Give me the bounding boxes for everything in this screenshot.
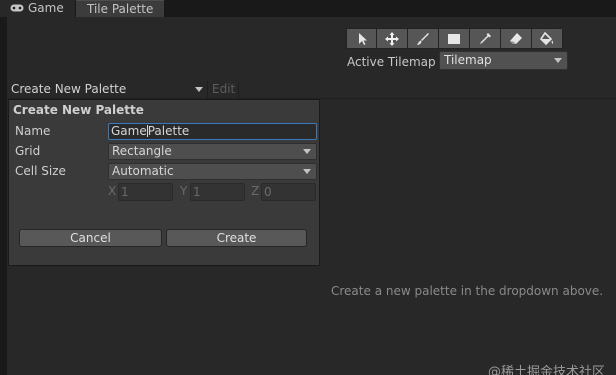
tab-tile-palette[interactable]: Tile Palette bbox=[76, 0, 164, 17]
cell-size-label: Cell Size bbox=[15, 164, 66, 178]
tab-bar: Game Tile Palette bbox=[0, 0, 616, 17]
empty-palette-hint: Create a new palette in the dropdown abo… bbox=[331, 284, 604, 298]
name-field[interactable]: GamePalette bbox=[108, 123, 317, 140]
cell-size-dropdown[interactable]: Automatic bbox=[108, 163, 317, 180]
z-label: Z bbox=[251, 184, 260, 198]
x-label: X bbox=[108, 184, 117, 198]
name-value-start: Game bbox=[111, 124, 147, 138]
paint-tool-button[interactable] bbox=[408, 28, 439, 49]
cancel-button[interactable]: Cancel bbox=[19, 229, 162, 247]
cell-size-z-field: 0 bbox=[261, 183, 316, 201]
cell-size-x-field: 1 bbox=[118, 183, 173, 201]
eraser-icon bbox=[510, 32, 522, 44]
chevron-down-icon bbox=[303, 149, 311, 154]
name-label: Name bbox=[15, 124, 51, 138]
create-palette-popup: Create New Palette Name GamePalette Grid… bbox=[8, 99, 320, 266]
box-icon bbox=[448, 33, 460, 44]
paint-bucket-icon bbox=[539, 31, 554, 45]
watermark: @稀土掘金技术社区 bbox=[488, 365, 606, 375]
grid-label: Grid bbox=[15, 144, 41, 158]
chevron-down-icon bbox=[303, 169, 311, 174]
move-tool-button[interactable] bbox=[377, 28, 408, 49]
chevron-down-icon bbox=[195, 87, 203, 92]
active-tilemap-value: Tilemap bbox=[444, 53, 492, 67]
name-value-end: Palette bbox=[147, 124, 190, 138]
popup-title: Create New Palette bbox=[13, 103, 144, 117]
pick-tool-button[interactable] bbox=[470, 28, 501, 49]
left-edge bbox=[0, 0, 7, 375]
chevron-down-icon bbox=[554, 58, 562, 63]
grid-dropdown[interactable]: Rectangle bbox=[108, 143, 317, 160]
brush-icon bbox=[417, 32, 429, 45]
edit-button[interactable]: Edit bbox=[207, 81, 239, 99]
toolbar-area: Active Tilemap Tilemap bbox=[7, 17, 616, 79]
fill-tool-button[interactable] bbox=[532, 28, 563, 49]
tab-game-label: Game bbox=[28, 1, 64, 15]
active-tilemap-dropdown[interactable]: Tilemap bbox=[439, 51, 568, 70]
cell-size-value: Automatic bbox=[112, 164, 174, 178]
palette-bar: Create New Palette Edit bbox=[7, 79, 616, 99]
grid-value: Rectangle bbox=[112, 144, 172, 158]
move-arrows-icon bbox=[385, 31, 399, 46]
palette-dropdown-value: Create New Palette bbox=[11, 82, 127, 96]
tab-game[interactable]: Game bbox=[0, 0, 76, 17]
erase-tool-button[interactable] bbox=[501, 28, 532, 49]
y-label: Y bbox=[180, 184, 188, 198]
tool-strip bbox=[346, 28, 563, 49]
cursor-arrow-icon bbox=[358, 32, 367, 45]
create-button[interactable]: Create bbox=[166, 229, 307, 247]
tab-tile-palette-label: Tile Palette bbox=[87, 2, 154, 16]
tile-palette-window: Active Tilemap Tilemap Create New Palett… bbox=[7, 17, 616, 375]
cell-size-y-field: 1 bbox=[190, 183, 245, 201]
eyedropper-icon bbox=[480, 32, 491, 44]
active-tilemap-label: Active Tilemap bbox=[347, 55, 436, 69]
gamepad-icon bbox=[10, 0, 24, 17]
palette-dropdown[interactable]: Create New Palette bbox=[9, 81, 207, 98]
select-tool-button[interactable] bbox=[346, 28, 377, 49]
box-fill-tool-button[interactable] bbox=[439, 28, 470, 49]
